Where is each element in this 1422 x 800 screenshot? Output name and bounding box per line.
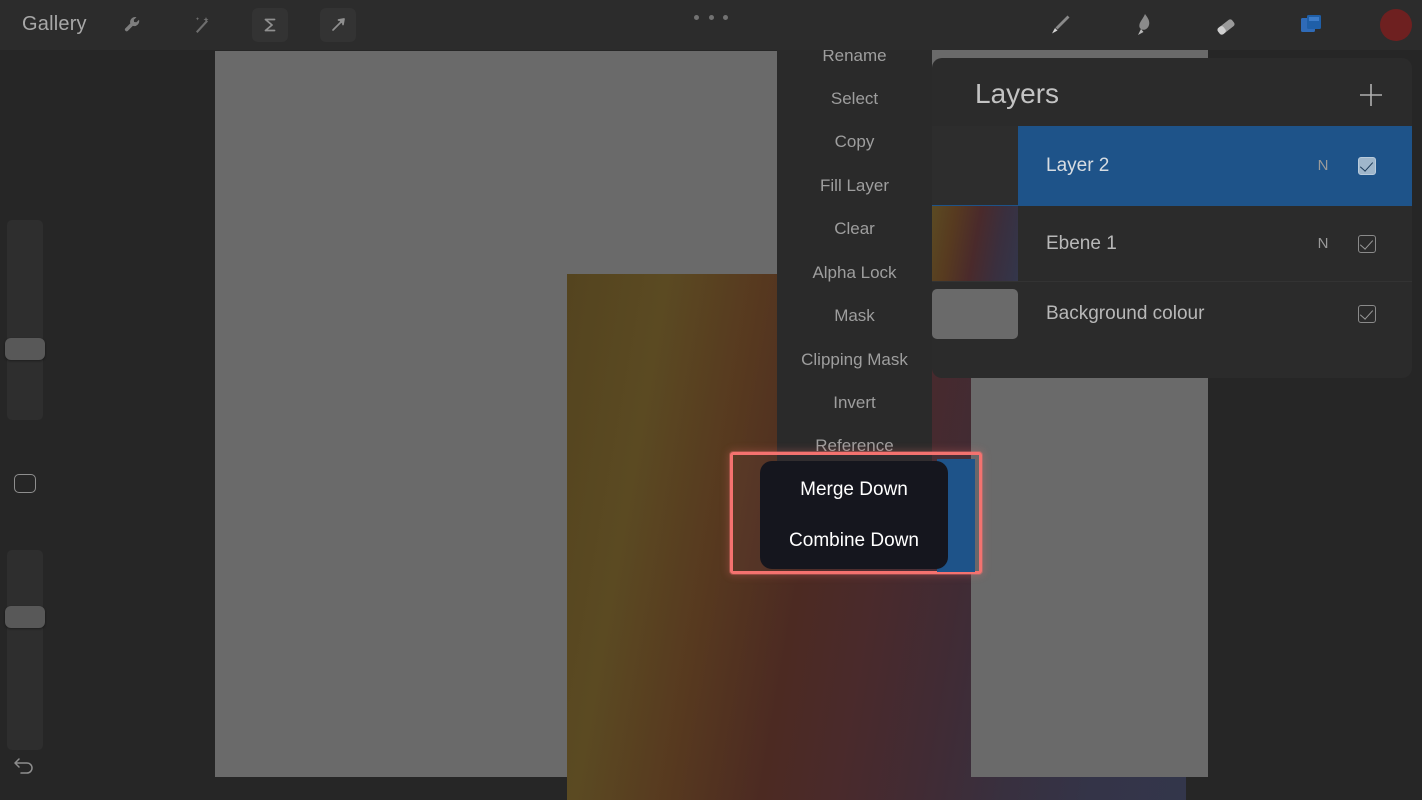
undo-icon[interactable] [13,754,37,776]
add-layer-plus-icon[interactable] [1358,82,1384,108]
menu-item-clipping-mask[interactable]: Clipping Mask [777,350,932,370]
layer-row[interactable]: Ebene 1 N [932,206,1412,282]
highlight-callout: Merge Down Combine Down [730,452,982,574]
layer-thumbnail[interactable] [932,126,1018,205]
merge-options-popover[interactable]: Merge Down Combine Down [760,461,948,569]
layers-icon[interactable] [1289,4,1333,46]
layer-row[interactable]: Background colour [932,282,1412,346]
brush-size-slider[interactable] [7,220,43,420]
menu-item-invert[interactable]: Invert [777,393,932,413]
menu-item-clear[interactable]: Clear [777,219,932,239]
menu-item-mask[interactable]: Mask [777,306,932,326]
menu-item-fill-layer[interactable]: Fill Layer [777,176,932,196]
layers-panel-title: Layers [975,78,1060,109]
gallery-button[interactable]: Gallery [22,13,87,36]
layer-visibility-checkbox[interactable] [1358,234,1376,253]
eraser-icon[interactable] [1204,4,1248,46]
layers-panel-header: Layers [932,58,1412,126]
layers-panel: Layers Layer 2 N Ebene 1 N Background co… [932,58,1412,378]
menu-item-alpha-lock[interactable]: Alpha Lock [777,263,932,283]
actions-wrench-icon[interactable] [115,8,151,42]
adjustments-magic-icon[interactable] [184,8,220,42]
layer-name: Background colour [1046,303,1205,324]
layer-row[interactable]: Layer 2 N [932,126,1412,206]
brush-opacity-slider-handle[interactable] [5,606,45,628]
canvas-right-fragment [971,378,1208,777]
color-swatch[interactable] [1380,9,1412,41]
layer-blend-mode[interactable]: N [1310,157,1336,174]
layer-thumbnail[interactable] [932,282,1018,346]
merge-down-option[interactable]: Merge Down [800,480,908,499]
layer-name: Layer 2 [1046,154,1110,176]
brush-opacity-slider[interactable] [7,550,43,750]
combine-down-option[interactable]: Combine Down [789,531,919,550]
layer-visibility-checkbox[interactable] [1358,305,1376,323]
smudge-icon[interactable] [1121,4,1165,46]
layer-thumbnail[interactable] [932,206,1018,281]
transform-arrow-icon[interactable] [320,8,356,42]
menu-item-copy[interactable]: Copy [777,132,932,152]
paint-brush-icon[interactable] [1037,4,1081,46]
layer-context-menu[interactable]: Rename Select Copy Fill Layer Clear Alph… [777,36,932,462]
layer-visibility-checkbox[interactable] [1358,156,1376,175]
layer-name: Ebene 1 [1046,232,1117,254]
left-sidebar [0,50,50,800]
overflow-dots-icon[interactable] [694,8,728,26]
layer-blend-mode[interactable]: N [1310,235,1336,252]
procreate-app: Rename Select Copy Fill Layer Clear Alph… [0,0,1422,800]
menu-item-select[interactable]: Select [777,89,932,109]
selection-s-icon[interactable] [252,8,288,42]
brush-size-slider-handle[interactable] [5,338,45,360]
modify-square-icon[interactable] [14,474,36,493]
top-toolbar: Gallery [0,0,1422,50]
